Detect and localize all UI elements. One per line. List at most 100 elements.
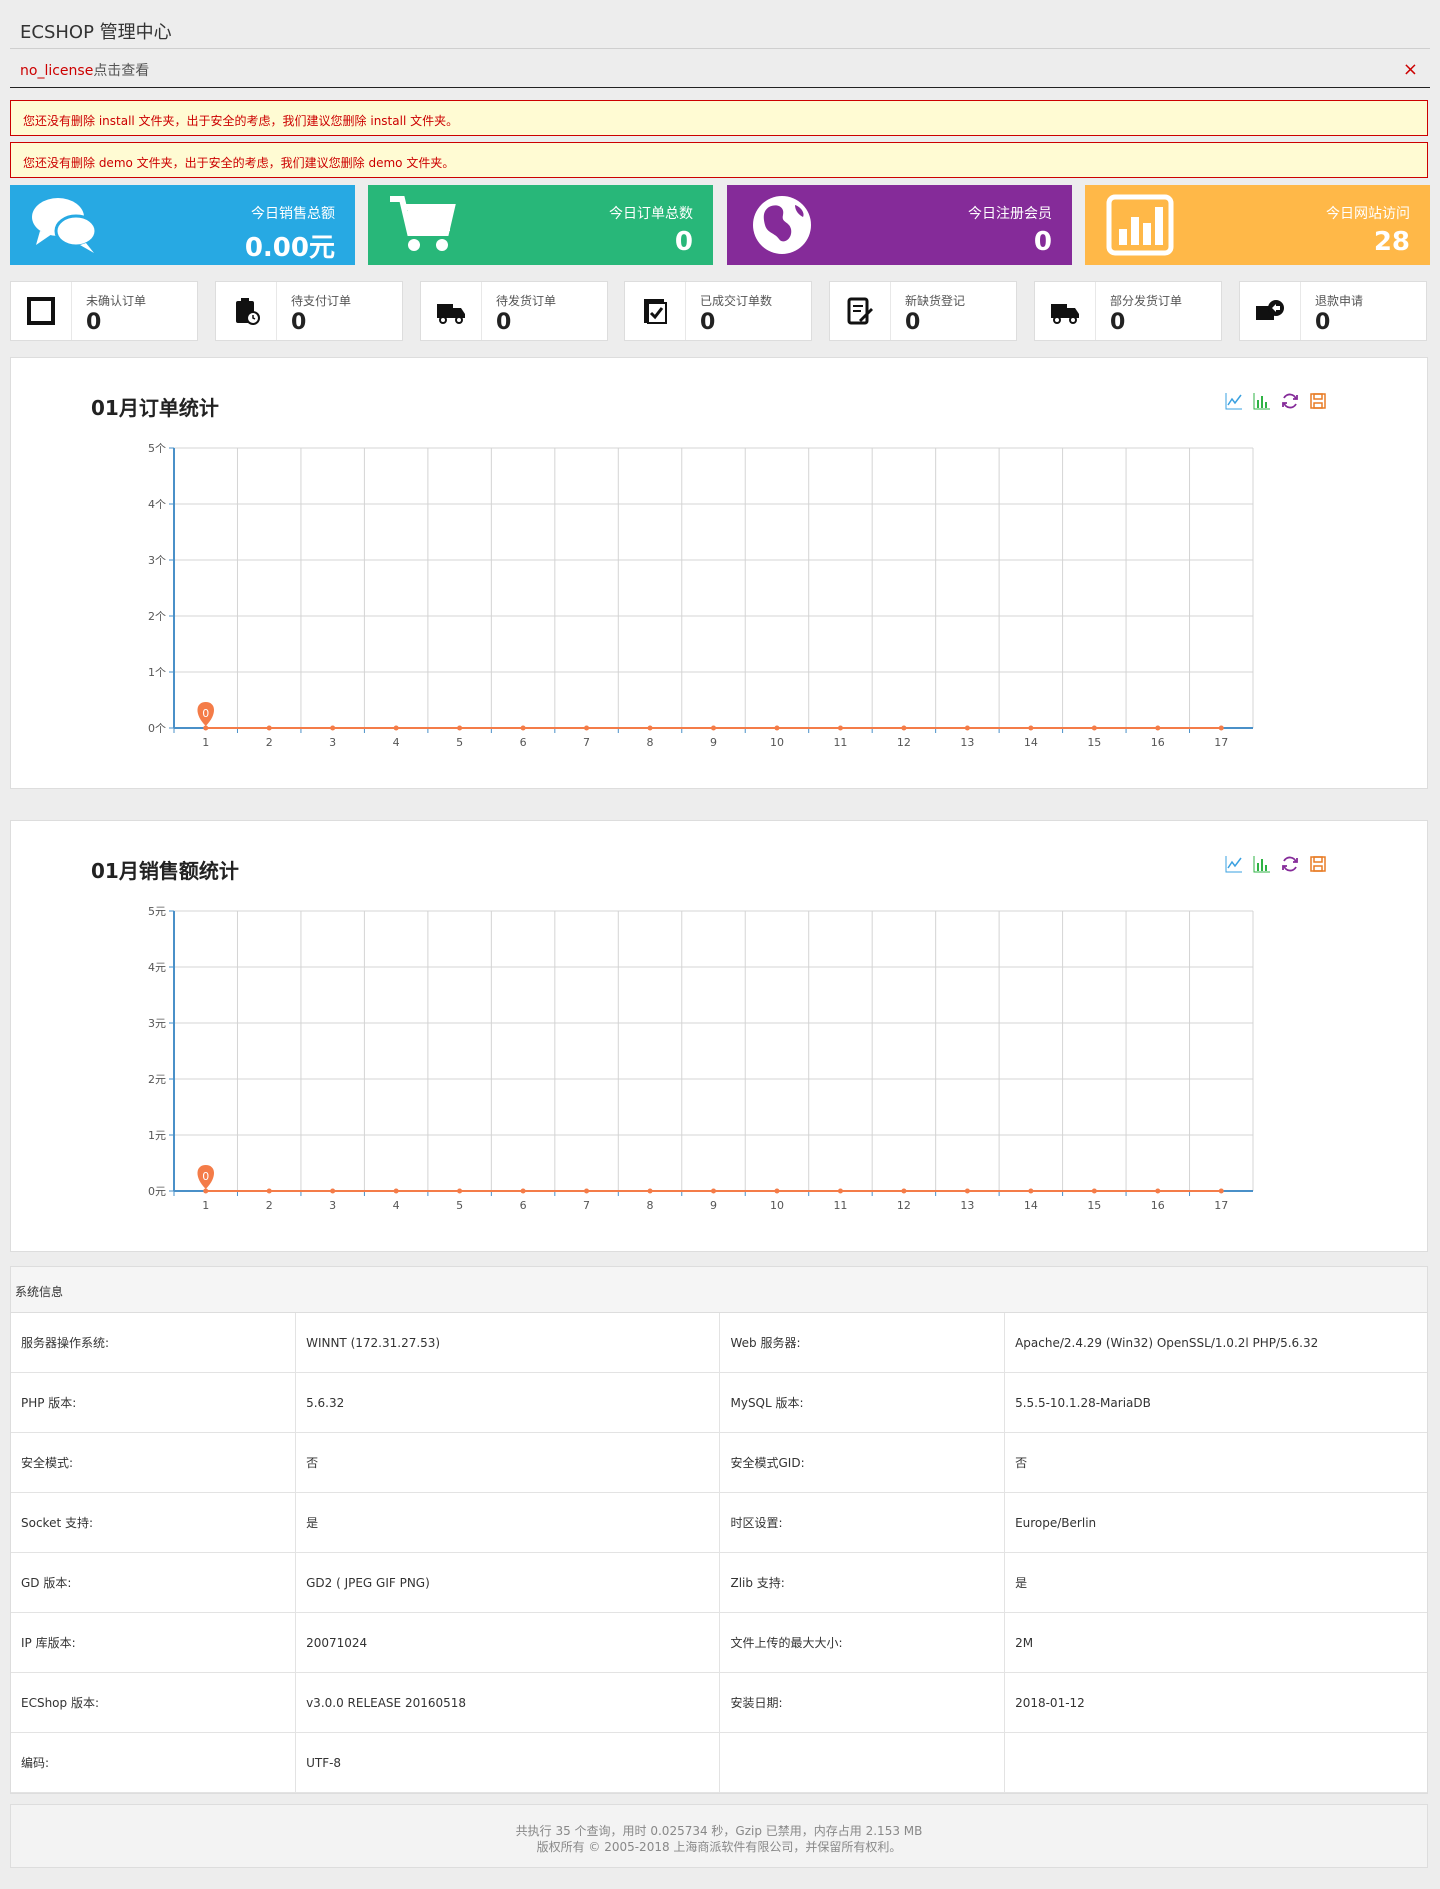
y-tick-label: 4个 xyxy=(148,498,166,511)
mini-completed-orders[interactable]: 已成交订单数 0 xyxy=(624,281,812,341)
x-tick-label: 10 xyxy=(770,1199,784,1212)
mini-separator xyxy=(481,282,482,340)
system-info-key: ECShop 版本: xyxy=(11,1672,297,1733)
system-info-key: IP 库版本: xyxy=(11,1612,297,1673)
data-point xyxy=(1218,1188,1224,1194)
order-chart-panel: 01月订单统计 0个 1个 2个 3个 4个 5个 1 2 3 4 5 6 7 8 9 10 11 12 13 14 1… xyxy=(10,357,1428,789)
mini-refund-requests[interactable]: 退款申请 0 xyxy=(1239,281,1427,341)
x-tick-label: 2 xyxy=(266,1199,273,1212)
page-title: ECSHOP 管理中心 xyxy=(20,22,172,43)
stat-visits[interactable]: 今日网站访问 28 xyxy=(1085,185,1430,265)
y-tick-label: 2个 xyxy=(148,610,166,623)
system-info-key: GD 版本: xyxy=(11,1552,297,1613)
system-info-key: Socket 支持: xyxy=(11,1492,297,1553)
refund-icon xyxy=(1240,282,1300,340)
license-link[interactable]: no_license xyxy=(20,63,93,79)
mini-stockout-registration[interactable]: 新缺货登记 0 xyxy=(829,281,1017,341)
globe-icon xyxy=(747,193,817,257)
header-bar: ECSHOP 管理中心 xyxy=(10,0,1430,49)
data-point xyxy=(457,725,463,731)
data-point xyxy=(1028,725,1034,731)
mini-pending-payment[interactable]: 待支付订单 0 xyxy=(215,281,403,341)
license-bar: no_license点击查看 × xyxy=(10,49,1430,88)
y-tick-label: 2元 xyxy=(148,1073,166,1086)
x-tick-label: 7 xyxy=(583,736,590,749)
system-info-value: 5.5.5-10.1.28-MariaDB xyxy=(1004,1372,1427,1433)
data-point xyxy=(266,725,272,731)
x-tick-label: 15 xyxy=(1087,736,1101,749)
system-info-row: IP 库版本: 20071024 文件上传的最大大小: 2M xyxy=(11,1612,1427,1673)
unconfirmed-order-icon xyxy=(11,282,71,340)
stat-visits-label: 今日网站访问 xyxy=(1326,206,1410,222)
stat-orders[interactable]: 今日订单总数 0 xyxy=(368,185,713,265)
mini-label: 已成交订单数 xyxy=(700,294,773,308)
system-info-value: WINNT (172.31.27.53) xyxy=(295,1313,721,1373)
data-point xyxy=(1028,1188,1034,1194)
mini-value: 0 xyxy=(291,310,307,335)
system-info-value: 2M xyxy=(1004,1612,1427,1673)
data-point xyxy=(203,1188,209,1194)
marker-label: 0 xyxy=(202,1170,209,1183)
mini-unconfirmed-orders[interactable]: 未确认订单 0 xyxy=(10,281,198,341)
x-tick-label: 1 xyxy=(202,1199,209,1212)
y-tick-label: 3元 xyxy=(148,1017,166,1030)
system-info-value xyxy=(1004,1732,1427,1793)
data-point xyxy=(647,725,653,731)
mini-partial-shipment[interactable]: 部分发货订单 0 xyxy=(1034,281,1222,341)
x-tick-label: 6 xyxy=(520,736,527,749)
mini-label: 退款申请 xyxy=(1315,294,1364,308)
mini-value: 0 xyxy=(496,310,512,335)
license-suffix[interactable]: 点击查看 xyxy=(93,63,149,79)
x-tick-label: 8 xyxy=(647,1199,654,1212)
mini-value: 0 xyxy=(700,310,716,335)
stat-members[interactable]: 今日注册会员 0 xyxy=(727,185,1072,265)
system-info-key: Zlib 支持: xyxy=(719,1552,1006,1613)
close-icon[interactable]: × xyxy=(1403,61,1418,79)
data-point xyxy=(901,725,907,731)
x-tick-label: 16 xyxy=(1151,736,1165,749)
mini-pending-shipment[interactable]: 待发货订单 0 xyxy=(420,281,608,341)
x-tick-label: 17 xyxy=(1214,736,1228,749)
system-info-value: 是 xyxy=(1004,1552,1427,1613)
data-point xyxy=(901,1188,907,1194)
system-info-key: PHP 版本: xyxy=(11,1372,297,1433)
y-tick-label: 3个 xyxy=(148,554,166,567)
mini-label: 待发货订单 xyxy=(496,294,557,308)
data-point xyxy=(1155,1188,1161,1194)
shopping-cart-icon xyxy=(388,193,458,257)
bar-chart-icon xyxy=(1105,193,1175,257)
footer: 共执行 35 个查询，用时 0.025734 秒，Gzip 已禁用，内存占用 2… xyxy=(10,1804,1428,1868)
mini-value: 0 xyxy=(905,310,921,335)
data-point xyxy=(330,1188,336,1194)
x-tick-label: 5 xyxy=(456,736,463,749)
sales-chart-panel: 01月销售额统计 0元 1元 2元 3元 4元 5元 1 2 3 4 5 6 7 8 9 10 11 12 13 14… xyxy=(10,820,1428,1252)
x-tick-label: 3 xyxy=(329,736,336,749)
data-point xyxy=(330,725,336,731)
footer-stats: 共执行 35 个查询，用时 0.025734 秒，Gzip 已禁用，内存占用 2… xyxy=(515,1824,923,1838)
system-info-row: ECShop 版本: v3.0.0 RELEASE 20160518 安装日期: 20… xyxy=(11,1672,1427,1733)
order-check-icon xyxy=(625,282,685,340)
y-tick-label: 0元 xyxy=(148,1185,166,1198)
data-point xyxy=(1091,1188,1097,1194)
stat-sales[interactable]: 今日销售总额 0.00元 xyxy=(10,185,355,265)
y-tick-label: 5元 xyxy=(148,905,166,918)
mini-label: 待支付订单 xyxy=(291,294,352,308)
license-notice[interactable]: no_license点击查看 xyxy=(20,60,149,80)
partial-truck-icon xyxy=(1035,282,1095,340)
footer-copyright: 版权所有 © 2005-2018 上海商派软件有限公司，并保留所有权利。 xyxy=(536,1840,902,1854)
demo-alert: 您还没有删除 demo 文件夹，出于安全的考虑，我们建议您删除 demo 文件夹… xyxy=(10,142,1428,178)
system-info-title: 系统信息 xyxy=(11,1267,1427,1313)
mini-value: 0 xyxy=(1110,310,1126,335)
delivery-truck-icon xyxy=(421,282,481,340)
x-tick-label: 11 xyxy=(833,736,847,749)
data-point xyxy=(393,725,399,731)
order-line-chart: 0个1个2个3个4个5个1 2 3 4 5 6 7 8 9 10 11 12 13 14 15 16 170 xyxy=(148,442,1254,749)
data-point xyxy=(774,1188,780,1194)
mini-separator xyxy=(890,282,891,340)
mini-separator xyxy=(1095,282,1096,340)
x-tick-label: 17 xyxy=(1214,1199,1228,1212)
system-info-value: 否 xyxy=(295,1432,721,1493)
system-info-key: 安全模式GID: xyxy=(719,1432,1006,1493)
x-tick-label: 9 xyxy=(710,736,717,749)
data-point xyxy=(837,1188,843,1194)
